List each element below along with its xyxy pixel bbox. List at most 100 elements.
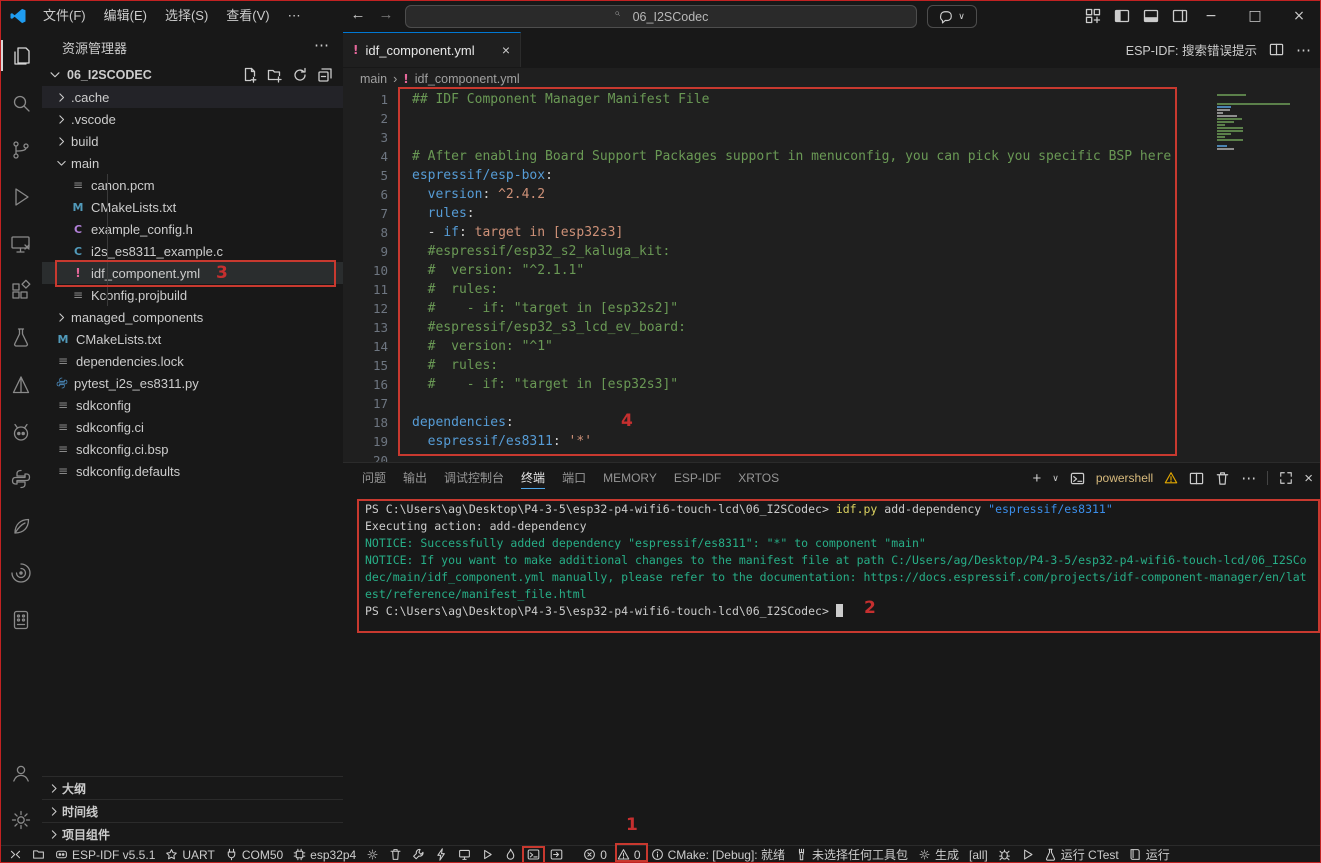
statusbar-monitor-device[interactable] — [453, 846, 476, 863]
tree-item-main[interactable]: main — [42, 152, 343, 174]
tree-item-managed-components[interactable]: managed_components — [42, 306, 343, 328]
statusbar-device-target[interactable]: esp32p4 — [288, 846, 361, 863]
customize-layout-icon[interactable] — [1085, 8, 1101, 24]
statusbar-remote-indicator[interactable] — [4, 846, 27, 863]
statusbar-idf-terminal[interactable] — [522, 846, 545, 863]
panel-tab-2[interactable]: 调试控制台 — [444, 463, 504, 493]
menu-item[interactable]: 查看(V) — [217, 0, 278, 32]
panel-tab-5[interactable]: MEMORY — [603, 463, 657, 493]
activitybar-item-sponsor[interactable] — [0, 502, 42, 549]
panel-tab-1[interactable]: 输出 — [403, 463, 427, 493]
more-actions-icon[interactable]: ⋯ — [1241, 469, 1256, 487]
statusbar-full-clean[interactable] — [384, 846, 407, 863]
menu-item[interactable]: ⋯ — [279, 0, 310, 32]
tree-item-sdkconfig.defaults[interactable]: ≡sdkconfig.defaults — [42, 460, 343, 482]
activitybar-item-cmake[interactable] — [0, 361, 42, 408]
code-editor[interactable]: 1## IDF Component Manager Manifest File2… — [343, 90, 1321, 462]
tree-item-Kconfig.projbuild[interactable]: ≡Kconfig.projbuild — [42, 284, 343, 306]
tree-item-build[interactable]: build — [42, 130, 343, 152]
close-panel-icon[interactable]: × — [1304, 470, 1313, 487]
activitybar-item-settings[interactable] — [0, 796, 42, 843]
statusbar-docs[interactable]: 运行 — [1124, 846, 1175, 863]
terminal-output[interactable]: PS C:\Users\ag\Desktop\P4-3-5\esp32-p4-w… — [365, 501, 1315, 620]
activitybar-item-device-board[interactable] — [0, 596, 42, 643]
statusbar-cmake-kit[interactable]: 未选择任何工具包 — [790, 846, 913, 863]
statusbar-build-target[interactable]: [all] — [964, 846, 993, 863]
espidf-action-label[interactable]: ESP-IDF: 搜索错误提示 — [1126, 40, 1257, 59]
statusbar-esp-idf-version[interactable]: ESP-IDF v5.5.1 — [50, 846, 160, 863]
statusbar-ctest[interactable]: 运行 CTest — [1039, 846, 1124, 863]
split-editor-icon[interactable] — [1269, 42, 1284, 57]
tab-close-icon[interactable]: × — [502, 42, 510, 58]
statusbar-menuconfig[interactable] — [361, 846, 384, 863]
tree-item-CMakeLists.txt[interactable]: MCMakeLists.txt — [42, 196, 343, 218]
tree-item-sdkconfig[interactable]: ≡sdkconfig — [42, 394, 343, 416]
nav-forward-icon[interactable]: → — [374, 6, 398, 23]
collapse-all-icon[interactable] — [317, 67, 333, 83]
statusbar-flash-method[interactable]: UART — [160, 846, 219, 863]
activitybar-item-testing[interactable] — [0, 314, 42, 361]
tree-item-sdkconfig.ci[interactable]: ≡sdkconfig.ci — [42, 416, 343, 438]
statusbar-cmake-launch[interactable] — [1016, 846, 1039, 863]
more-actions-icon[interactable]: ⋯ — [1296, 41, 1311, 59]
breadcrumb[interactable]: main › ! idf_component.yml — [343, 68, 1321, 90]
refresh-icon[interactable] — [292, 67, 308, 83]
statusbar-execute-custom-task[interactable] — [545, 846, 568, 863]
tree-item-pytest-i2s-es8311.py[interactable]: pytest_i2s_es8311.py — [42, 372, 343, 394]
close-button[interactable]: × — [1277, 0, 1321, 32]
menu-item[interactable]: 选择(S) — [156, 0, 217, 32]
nav-back-icon[interactable]: ← — [346, 6, 370, 23]
copilot-button[interactable]: ∨ — [927, 5, 977, 28]
breadcrumb-file[interactable]: idf_component.yml — [415, 72, 520, 86]
statusbar-cmake-status[interactable]: CMake: [Debug]: 就绪 — [646, 846, 790, 863]
panel-tab-3[interactable]: 终端 — [521, 463, 545, 493]
more-actions-icon[interactable]: ⋯ — [314, 36, 329, 54]
activitybar-item-platformio[interactable] — [0, 408, 42, 455]
activitybar-item-espressif[interactable] — [0, 549, 42, 596]
maximize-panel-icon[interactable] — [1279, 471, 1293, 485]
activitybar-item-remote-explorer[interactable] — [0, 220, 42, 267]
activitybar-item-explorer[interactable] — [0, 32, 42, 79]
statusbar-warnings[interactable]: 0 — [612, 846, 646, 863]
statusbar-flash-device[interactable] — [430, 846, 453, 863]
tree-item-CMakeLists.txt[interactable]: MCMakeLists.txt — [42, 328, 343, 350]
toggle-panel-icon[interactable] — [1143, 8, 1159, 24]
sidebar-section-2[interactable]: 项目组件 — [42, 822, 343, 845]
statusbar-cmake-build[interactable]: 生成 — [913, 846, 964, 863]
minimap[interactable] — [1217, 94, 1309, 154]
panel-tab-0[interactable]: 问题 — [362, 463, 386, 493]
panel-tab-6[interactable]: ESP-IDF — [674, 463, 721, 493]
panel-tab-7[interactable]: XRTOS — [738, 463, 779, 493]
statusbar-build-project[interactable] — [407, 846, 430, 863]
statusbar-build-flash-monitor[interactable] — [499, 846, 522, 863]
statusbar-debug[interactable] — [476, 846, 499, 863]
statusbar-serial-port[interactable]: COM50 — [220, 846, 288, 863]
tree-item-.vscode[interactable]: .vscode — [42, 108, 343, 130]
tree-item-example-config.h[interactable]: Cexample_config.h — [42, 218, 343, 240]
command-center-search[interactable]: 06_I2SCodec — [405, 5, 917, 28]
new-folder-icon[interactable] — [267, 67, 283, 83]
new-terminal-icon[interactable]: + — [1033, 470, 1042, 487]
tab-idf-component-yml[interactable]: ! idf_component.yml × — [343, 32, 521, 67]
tree-item-dependencies.lock[interactable]: ≡dependencies.lock — [42, 350, 343, 372]
activitybar-item-python[interactable] — [0, 455, 42, 502]
sidebar-section-1[interactable]: 时间线 — [42, 799, 343, 822]
toggle-secondary-sidebar-icon[interactable] — [1172, 8, 1188, 24]
split-terminal-icon[interactable] — [1189, 471, 1204, 486]
tree-item-idf-component.yml[interactable]: !idf_component.yml — [42, 262, 343, 284]
tree-item-i2s-es8311-example.c[interactable]: Ci2s_es8311_example.c — [42, 240, 343, 262]
shell-name[interactable]: powershell — [1096, 471, 1153, 485]
minimize-button[interactable]: − — [1189, 0, 1233, 32]
breadcrumb-folder[interactable]: main — [360, 72, 387, 86]
activitybar-item-search[interactable] — [0, 79, 42, 126]
terminal-dropdown-icon[interactable]: ∨ — [1052, 473, 1059, 484]
activitybar-item-extensions[interactable] — [0, 267, 42, 314]
activitybar-item-run-debug[interactable] — [0, 173, 42, 220]
menu-item[interactable]: 文件(F) — [34, 0, 95, 32]
sidebar-section-0[interactable]: 大纲 — [42, 776, 343, 799]
new-file-icon[interactable] — [242, 67, 258, 83]
tree-root-row[interactable]: 06_I2SCODEC — [42, 64, 343, 86]
menu-item[interactable]: 编辑(E) — [95, 0, 156, 32]
maximize-button[interactable]: □ — [1233, 0, 1277, 32]
activitybar-item-source-control[interactable] — [0, 126, 42, 173]
